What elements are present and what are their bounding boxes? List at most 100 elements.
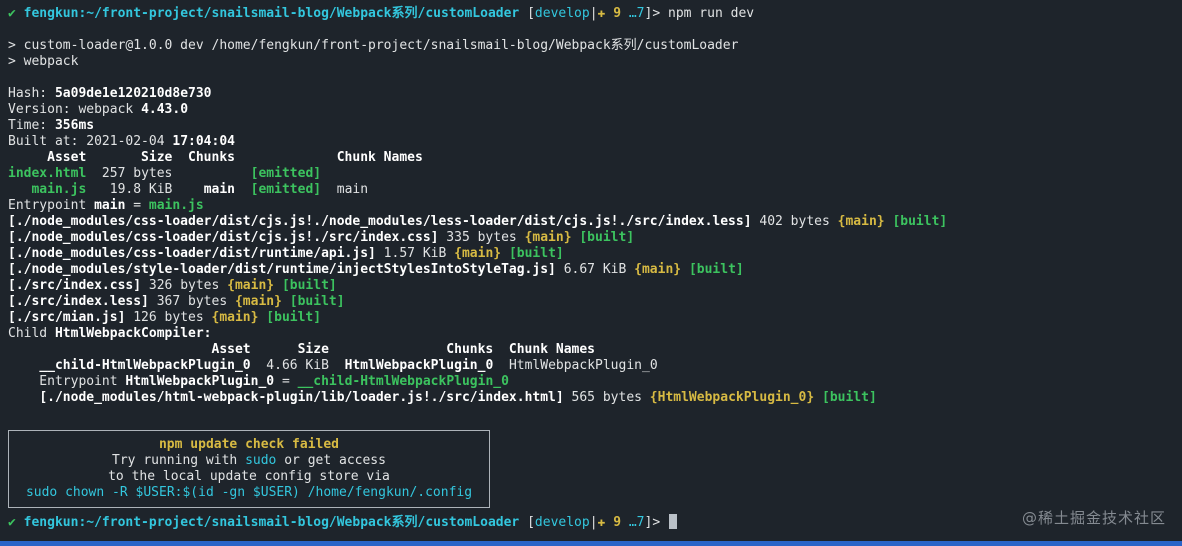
text-segment: [built] xyxy=(822,390,877,405)
terminal-output[interactable]: ✔ fengkun:~/front-project/snailsmail-blo… xyxy=(0,0,1182,530)
text-segment: = xyxy=(274,374,298,389)
module-line: [./node_modules/css-loader/dist/cjs.js!.… xyxy=(8,214,1174,230)
text-segment: main xyxy=(203,182,235,197)
asset-row: main.js 19.8 KiB main [emitted] main xyxy=(8,182,1174,198)
module-line: [./node_modules/css-loader/dist/cjs.js!.… xyxy=(8,230,1174,246)
text-segment: [built] xyxy=(281,278,337,293)
text-segment xyxy=(501,246,509,261)
notice-title: npm update check failed xyxy=(9,437,489,453)
hash-line: Hash: 5a09de1e120210d8e730 xyxy=(8,86,1174,102)
text-segment: {main} xyxy=(234,294,282,309)
entrypoint-line: Entrypoint main = main.js xyxy=(8,198,1174,214)
text-segment: | xyxy=(589,515,598,530)
text-segment: develop xyxy=(534,515,590,530)
text-segment: 17:04:04 xyxy=(172,134,235,149)
module-line: [./node_modules/css-loader/dist/runtime/… xyxy=(8,246,1174,262)
text-segment: __child-HtmlWebpackPlugin_0 xyxy=(297,374,509,389)
child-assets-header: Asset Size Chunks Chunk Names xyxy=(8,342,1174,358)
text-segment: {main} xyxy=(454,246,502,261)
text-segment: 565 bytes xyxy=(563,390,650,405)
text-segment: main.js xyxy=(31,182,87,197)
text-segment xyxy=(235,182,251,197)
text-segment: Version: webpack xyxy=(8,102,142,117)
text-segment: …7 xyxy=(628,515,645,530)
text-segment: [built] xyxy=(508,246,564,261)
text-segment: ✚ 9 xyxy=(597,515,622,530)
text-segment: [./node_modules/html-webpack-plugin/lib/… xyxy=(39,390,564,405)
text-segment: Asset Size Chunks Chunk Names xyxy=(8,342,595,357)
text-segment: [built] xyxy=(266,310,322,325)
text-segment: Entrypoint xyxy=(8,198,95,213)
text-segment: 257 bytes xyxy=(86,166,251,181)
text-segment: [./src/index.less] xyxy=(8,294,149,309)
text-segment: main xyxy=(336,182,369,197)
prompt-line: ✔ fengkun:~/front-project/snailsmail-blo… xyxy=(8,6,1174,22)
text-segment xyxy=(681,262,689,277)
text-segment xyxy=(621,515,629,530)
text-segment: HtmlWebpackPlugin_0 xyxy=(344,358,494,373)
notice-command: sudo chown -R $USER:$(id -gn $USER) /hom… xyxy=(9,485,489,501)
text-segment: 402 bytes xyxy=(751,214,838,229)
text-segment: [ xyxy=(519,6,535,21)
text-segment: [built] xyxy=(892,214,948,229)
text-segment: [built] xyxy=(579,230,635,245)
child-compiler-line: Child HtmlWebpackCompiler: xyxy=(8,326,1174,342)
text-segment: [./node_modules/css-loader/dist/cjs.js!.… xyxy=(8,230,439,245)
text-segment: 335 bytes xyxy=(438,230,525,245)
text-segment: main.js xyxy=(148,198,204,213)
text-segment xyxy=(621,6,629,21)
text-segment: or get access xyxy=(276,453,386,468)
text-segment xyxy=(321,182,337,197)
text-segment: {main} xyxy=(634,262,682,277)
child-module-line: [./node_modules/html-webpack-plugin/lib/… xyxy=(8,390,1174,406)
text-segment: [ xyxy=(519,515,535,530)
text-segment: HtmlWebpackPlugin_0 xyxy=(125,374,275,389)
text-segment xyxy=(493,358,509,373)
notice-line: to the local update config store via xyxy=(9,469,489,485)
module-line: [./src/mian.js] 126 bytes {main} [built] xyxy=(8,310,1174,326)
text-segment: index.html xyxy=(8,166,87,181)
text-segment: npm update check failed xyxy=(158,437,339,452)
text-segment xyxy=(274,278,282,293)
text-segment: [./src/index.css] xyxy=(8,278,142,293)
text-segment: ✔ xyxy=(8,515,16,530)
terminal-window: ✔ fengkun:~/front-project/snailsmail-blo… xyxy=(0,0,1182,546)
text-segment: sudo xyxy=(245,453,277,468)
text-segment xyxy=(282,294,290,309)
module-line: [./src/index.less] 367 bytes {main} [bui… xyxy=(8,294,1174,310)
text-segment: 1.57 KiB xyxy=(375,246,455,261)
child-asset-row: __child-HtmlWebpackPlugin_0 4.66 KiB Htm… xyxy=(8,358,1174,374)
watermark: @稀土掘金技术社区 xyxy=(1021,509,1166,527)
text-segment: 356ms xyxy=(54,118,95,133)
text-segment: 5a09de1e120210d8e730 xyxy=(54,86,212,101)
text-segment: fengkun:~/front-project/snailsmail-blog/… xyxy=(23,515,520,530)
notice-line: Try running with sudo or get access xyxy=(9,453,489,469)
text-segment: {HtmlWebpackPlugin_0} xyxy=(649,390,815,405)
text-segment: __child-HtmlWebpackPlugin_0 xyxy=(39,358,251,373)
text-segment: 4.66 KiB xyxy=(250,358,345,373)
text-segment: {main} xyxy=(837,214,885,229)
text-segment: 126 bytes xyxy=(125,310,212,325)
text-segment: 326 bytes xyxy=(141,278,228,293)
time-line: Time: 356ms xyxy=(8,118,1174,134)
text-segment: [./node_modules/css-loader/dist/cjs.js!.… xyxy=(8,214,752,229)
text-segment: [./node_modules/css-loader/dist/runtime/… xyxy=(8,246,376,261)
text-segment: [built] xyxy=(289,294,345,309)
text-segment: {main} xyxy=(524,230,572,245)
npm-script-line: > custom-loader@1.0.0 dev /home/fengkun/… xyxy=(8,38,1174,54)
text-segment: {main} xyxy=(227,278,275,293)
text-segment: develop xyxy=(534,6,590,21)
text-segment xyxy=(8,390,39,405)
text-segment: ]> xyxy=(644,515,668,530)
text-segment: main xyxy=(94,198,126,213)
text-segment: sudo chown -R $USER:$(id -gn $USER) /hom… xyxy=(25,485,473,500)
bottom-bar xyxy=(0,541,1182,546)
text-segment: fengkun:~/front-project/snailsmail-blog/… xyxy=(23,6,520,21)
assets-header: Asset Size Chunks Chunk Names xyxy=(8,150,1174,166)
text-segment: Child xyxy=(8,326,55,341)
text-segment: [./node_modules/style-loader/dist/runtim… xyxy=(8,262,556,277)
text-segment: …7 xyxy=(628,6,645,21)
